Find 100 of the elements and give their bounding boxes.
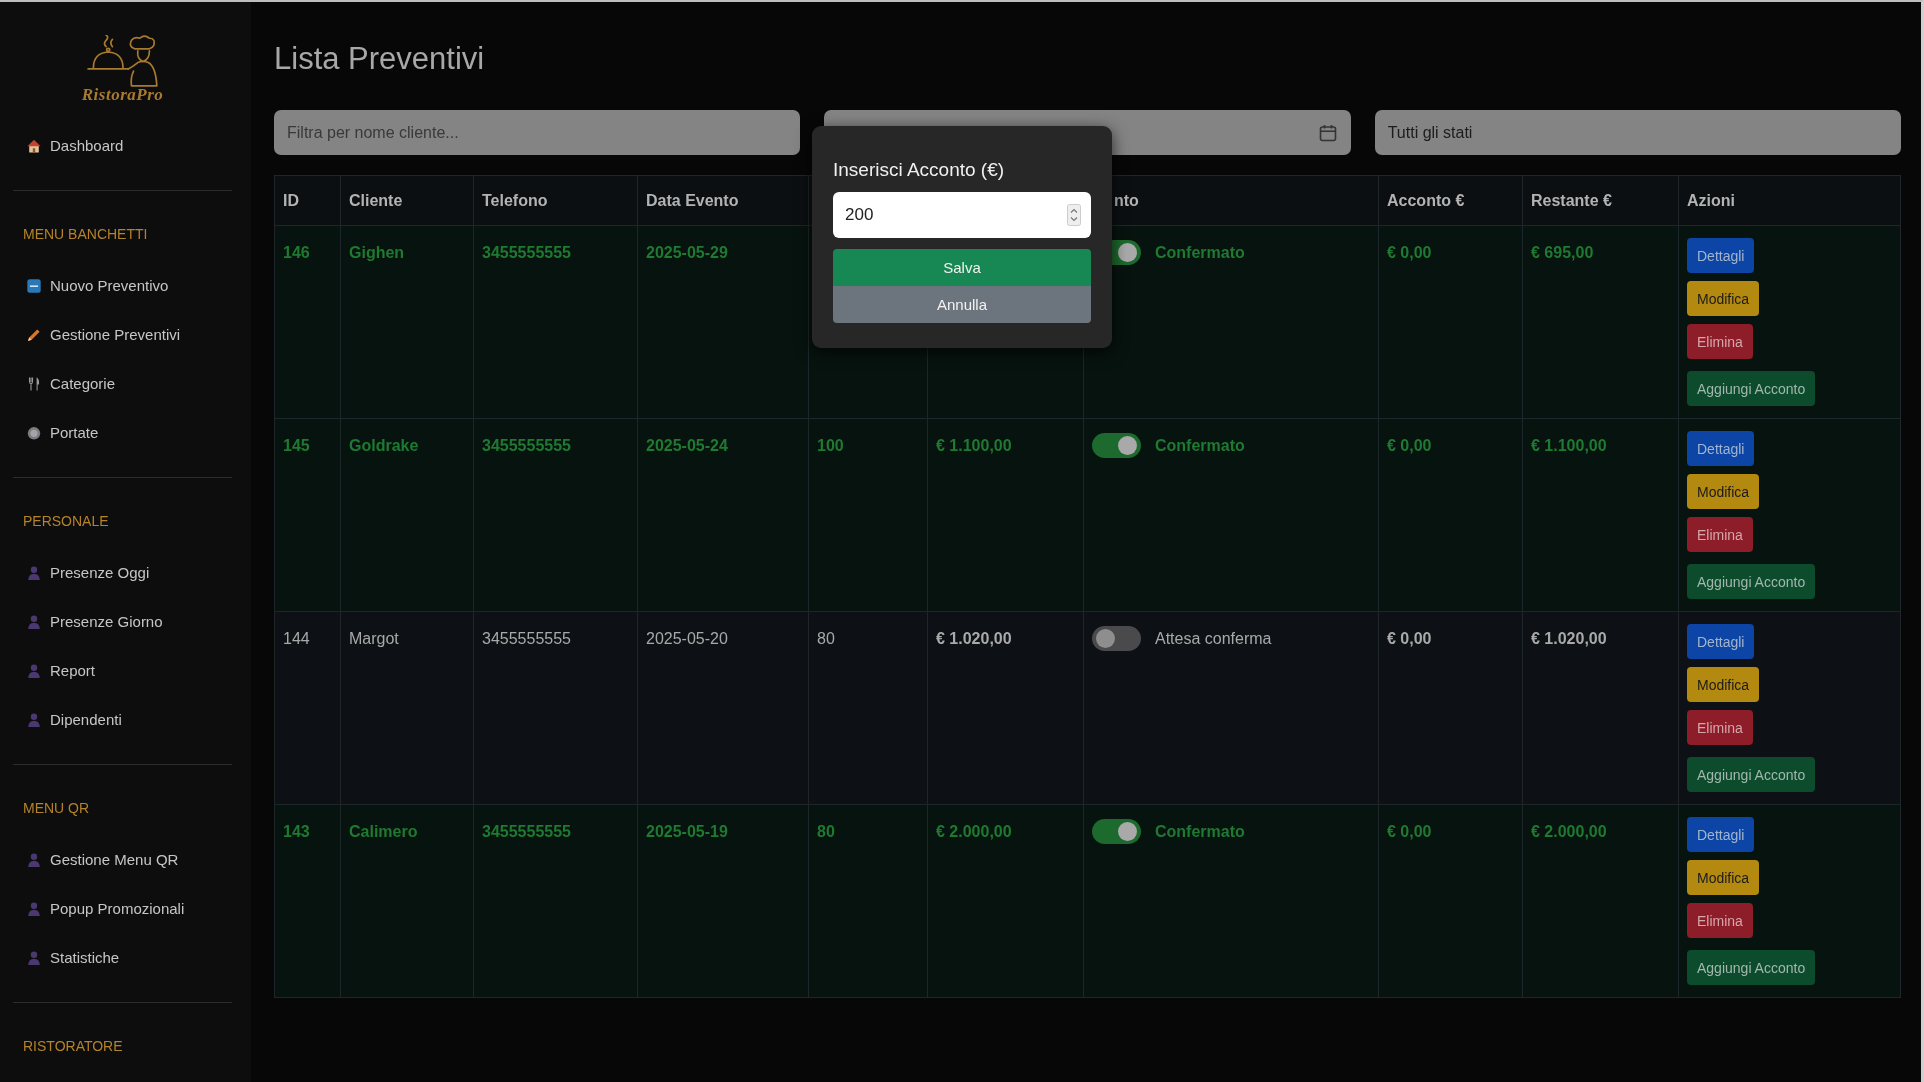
badge-icon (27, 278, 41, 293)
quote-id: 143 (283, 822, 310, 842)
section-title: MENU QR (23, 799, 90, 818)
status-label: Confermato (1155, 822, 1245, 842)
client-name: Calimero (349, 822, 418, 842)
amount-value: € 1.020,00 (936, 629, 1012, 649)
house-icon (27, 138, 41, 153)
section-title: RISTORATORE (23, 1037, 123, 1056)
delete-button[interactable]: Elimina (1687, 903, 1753, 938)
nav-item[interactable]: Presenze Giorno (13, 597, 163, 646)
amount-value: € 2.000,00 (1531, 822, 1607, 842)
details-button[interactable]: Dettagli (1687, 238, 1755, 273)
add-deposit-button[interactable]: Aggiungi Acconto (1687, 564, 1816, 599)
dialog-title: Inserisci Acconto (€) (833, 158, 1005, 182)
status-toggle[interactable] (1092, 433, 1141, 458)
status-label: Confermato (1155, 436, 1245, 456)
phone-number: 3455555555 (482, 822, 571, 842)
edit-button[interactable]: Modifica (1687, 860, 1760, 895)
number-value: 80 (817, 822, 835, 842)
number-value: 80 (817, 629, 835, 649)
column-header: Telefono (482, 191, 548, 210)
person-icon (27, 663, 41, 678)
column-header: Azioni (1687, 191, 1735, 210)
column-header: ID (283, 191, 299, 210)
amount-value: € 0,00 (1387, 243, 1432, 263)
nav-item[interactable]: Gestione Preventivi (13, 310, 181, 359)
status-toggle[interactable] (1092, 626, 1141, 651)
edit-button[interactable]: Modifica (1687, 281, 1760, 316)
column-header: Cliente (349, 191, 403, 210)
details-button[interactable]: Dettagli (1687, 817, 1755, 852)
delete-button[interactable]: Elimina (1687, 710, 1753, 745)
section-title: PERSONALE (23, 512, 109, 531)
nav-item[interactable]: Dashboard (13, 121, 124, 170)
quote-id: 146 (283, 243, 310, 263)
edit-button[interactable]: Modifica (1687, 667, 1760, 702)
plate-icon (27, 425, 41, 440)
client-name: Goldrake (349, 436, 419, 456)
calendar-icon[interactable] (1318, 123, 1337, 142)
quote-id: 145 (283, 436, 310, 456)
cancel-button[interactable]: Annulla (833, 286, 1091, 323)
amount-value: € 1.100,00 (1531, 436, 1607, 456)
nav-item[interactable]: Nuovo Preventivo (13, 261, 169, 310)
person-icon (27, 950, 41, 965)
status-label: Confermato (1155, 243, 1245, 263)
details-button[interactable]: Dettagli (1687, 624, 1755, 659)
amount-field[interactable]: 200 (833, 192, 1091, 238)
add-deposit-button[interactable]: Aggiungi Acconto (1687, 757, 1816, 792)
person-icon (27, 565, 41, 580)
column-header: nto (1114, 191, 1139, 210)
status-label: Attesa conferma (1155, 629, 1272, 649)
save-button[interactable]: Salva (833, 249, 1091, 286)
person-icon (27, 852, 41, 867)
phone-number: 3455555555 (482, 436, 571, 456)
column-header: Restante € (1531, 191, 1612, 210)
event-date: 2025-05-24 (646, 436, 728, 456)
fork-knife-icon (27, 376, 41, 391)
nav-item[interactable]: Popup Promozionali (13, 884, 185, 933)
phone-number: 3455555555 (482, 243, 571, 263)
amount-value: € 695,00 (1531, 243, 1594, 263)
event-date: 2025-05-20 (646, 629, 728, 649)
nav-item[interactable]: Report (13, 646, 96, 695)
person-icon (27, 614, 41, 629)
amount-value: € 0,00 (1387, 629, 1432, 649)
add-deposit-button[interactable]: Aggiungi Acconto (1687, 371, 1816, 406)
edit-button[interactable]: Modifica (1687, 474, 1760, 509)
client-filter-field[interactable]: Filtra per nome cliente... (274, 110, 801, 155)
client-name: Margot (349, 629, 399, 649)
nav-item[interactable]: Dipendenti (13, 695, 122, 744)
nav-item[interactable]: Gestione Menu QR (13, 835, 179, 884)
amount-value: € 2.000,00 (936, 822, 1012, 842)
event-date: 2025-05-29 (646, 243, 728, 263)
event-date: 2025-05-19 (646, 822, 728, 842)
phone-number: 3455555555 (482, 629, 571, 649)
nav-item[interactable]: Portate (13, 408, 99, 457)
brand-name: RistoraPro (81, 86, 164, 104)
amount-value: € 0,00 (1387, 822, 1432, 842)
delete-button[interactable]: Elimina (1687, 517, 1753, 552)
nav-item[interactable]: Categorie (13, 359, 116, 408)
person-icon (27, 901, 41, 916)
status-toggle[interactable] (1092, 819, 1141, 844)
client-name: Gighen (349, 243, 405, 263)
section-title: MENU BANCHETTI (23, 225, 148, 244)
spinner-icon[interactable] (1067, 204, 1081, 226)
amount-value: € 0,00 (1387, 436, 1432, 456)
pencil-icon (27, 327, 41, 342)
amount-value: € 1.100,00 (936, 436, 1012, 456)
column-header: Acconto € (1387, 191, 1465, 210)
chef-logo-icon (85, 35, 160, 88)
page-title: Lista Preventivi (274, 40, 485, 78)
delete-button[interactable]: Elimina (1687, 324, 1753, 359)
column-header: Data Evento (646, 191, 739, 210)
status-filter-select[interactable]: Tutti gli stati (1374, 110, 1901, 155)
add-deposit-button[interactable]: Aggiungi Acconto (1687, 950, 1816, 985)
amount-value: € 1.020,00 (1531, 629, 1607, 649)
nav-item[interactable]: Presenze Oggi (13, 548, 150, 597)
nav-item[interactable]: Statistiche (13, 933, 120, 982)
details-button[interactable]: Dettagli (1687, 431, 1755, 466)
person-icon (27, 712, 41, 727)
number-value: 100 (817, 436, 844, 456)
quote-id: 144 (283, 629, 310, 649)
